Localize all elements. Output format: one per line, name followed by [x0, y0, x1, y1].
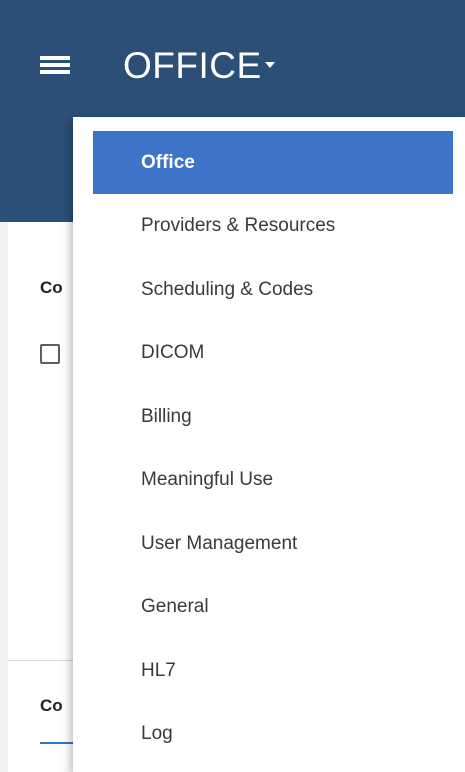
menu-item-dicom[interactable]: DICOM — [73, 321, 465, 385]
menu-item-hl7[interactable]: HL7 — [73, 639, 465, 703]
menu-item-user-management[interactable]: User Management — [73, 512, 465, 576]
menu-item-providers-resources[interactable]: Providers & Resources — [73, 194, 465, 258]
app-title-label: OFFICE — [123, 45, 262, 86]
hamburger-bar — [40, 63, 70, 67]
menu-item-scheduling-codes[interactable]: Scheduling & Codes — [73, 258, 465, 322]
active-tab-indicator — [40, 742, 74, 744]
office-dropdown-menu: Office Providers & Resources Scheduling … — [73, 117, 465, 772]
hamburger-bar — [40, 70, 70, 74]
hamburger-bar — [40, 56, 70, 60]
page-left-border — [0, 222, 8, 772]
menu-item-general[interactable]: General — [73, 575, 465, 639]
section-heading: Co — [40, 696, 63, 715]
caret-down-icon — [264, 62, 275, 69]
page-checkbox[interactable] — [40, 344, 60, 364]
menu-item-log[interactable]: Log — [73, 702, 465, 766]
menu-item-office[interactable]: Office — [93, 131, 453, 194]
section-heading: Co — [40, 278, 63, 297]
office-dropdown-toggle[interactable]: OFFICE — [123, 43, 275, 89]
dropdown-menu-list: Office Providers & Resources Scheduling … — [73, 131, 465, 766]
menu-item-billing[interactable]: Billing — [73, 385, 465, 449]
menu-item-meaningful-use[interactable]: Meaningful Use — [73, 448, 465, 512]
hamburger-menu-icon[interactable] — [40, 56, 70, 74]
